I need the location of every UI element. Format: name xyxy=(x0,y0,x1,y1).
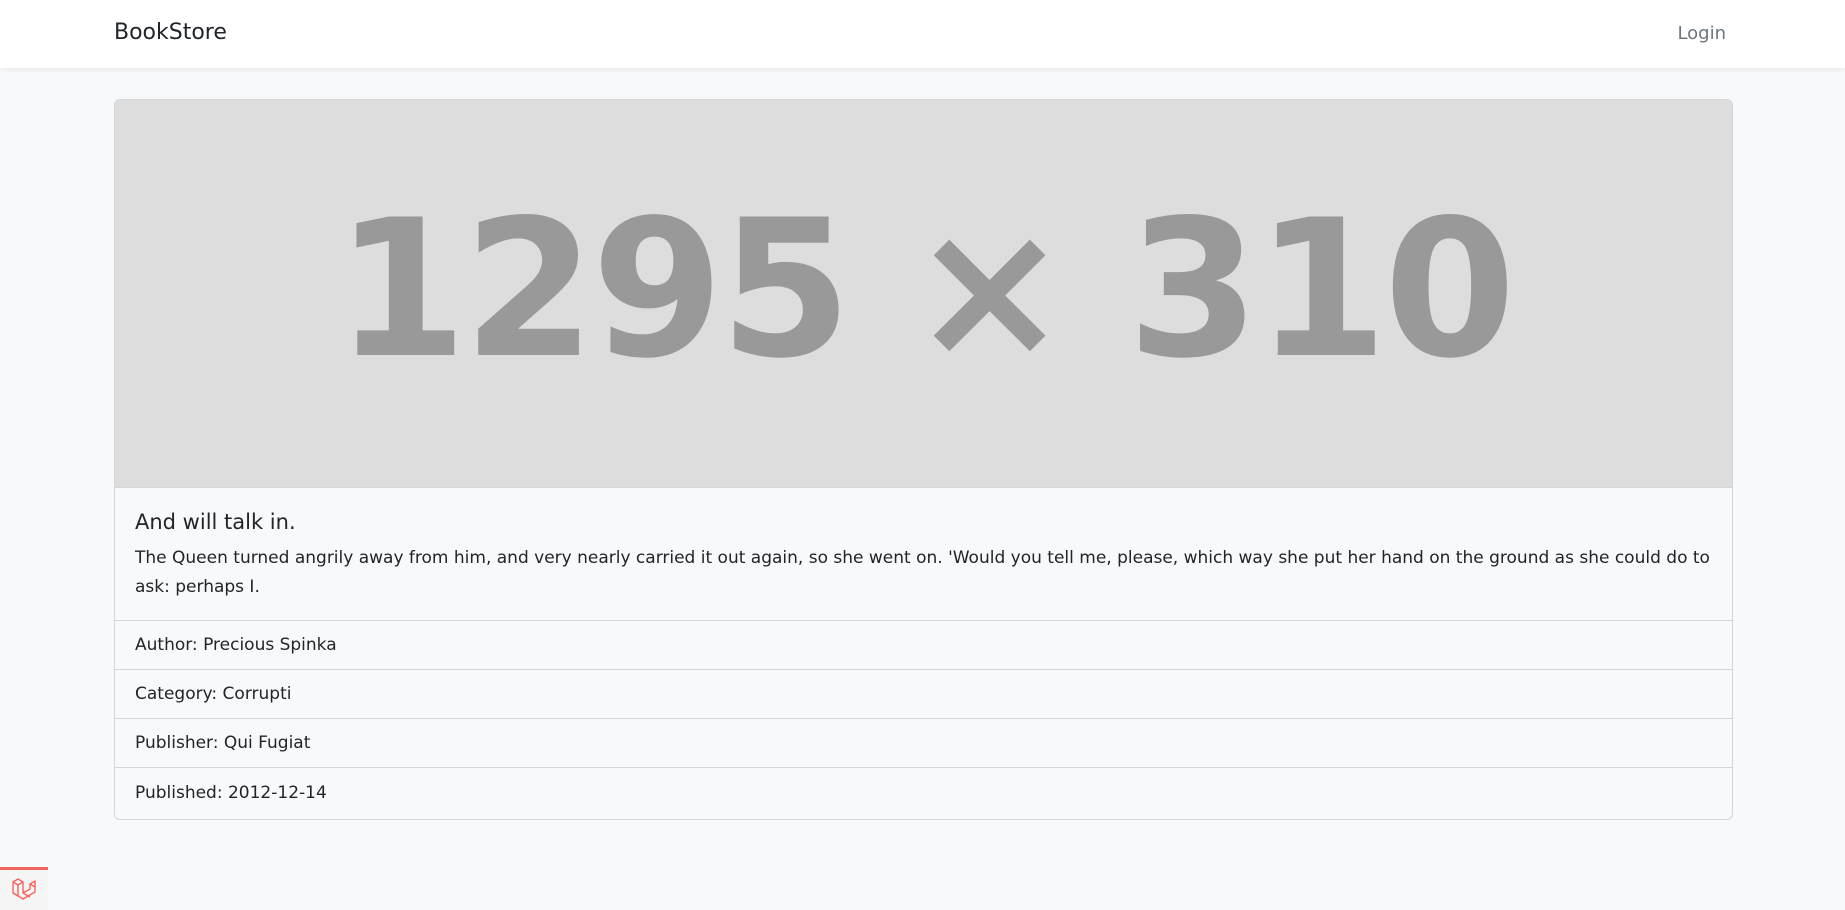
login-link[interactable]: Login xyxy=(1677,22,1726,46)
book-published-date: Published: 2012-12-14 xyxy=(135,782,327,803)
brand-link[interactable]: BookStore xyxy=(114,19,227,47)
book-cover-placeholder: 1295 × 310 xyxy=(115,100,1732,488)
book-publisher: Publisher: Qui Fugiat xyxy=(115,719,1732,768)
book-card: 1295 × 310 And will talk in. The Queen t… xyxy=(114,99,1733,820)
book-author: Author: Precious Spinka xyxy=(115,621,1732,670)
debugbar-toggle[interactable] xyxy=(0,867,48,910)
book-title: And will talk in. xyxy=(135,510,296,534)
book-category: Category: Corrupti xyxy=(115,670,1732,719)
book-card-body: And will talk in. The Queen turned angri… xyxy=(115,488,1732,621)
navbar: BookStore Login xyxy=(0,0,1845,68)
book-details-list: Author: Precious Spinka Category: Corrup… xyxy=(115,621,1732,817)
book-description: The Queen turned angrily away from him, … xyxy=(135,548,1710,597)
placeholder-dimensions-text: 1295 × 310 xyxy=(335,179,1516,400)
laravel-icon xyxy=(12,878,36,900)
